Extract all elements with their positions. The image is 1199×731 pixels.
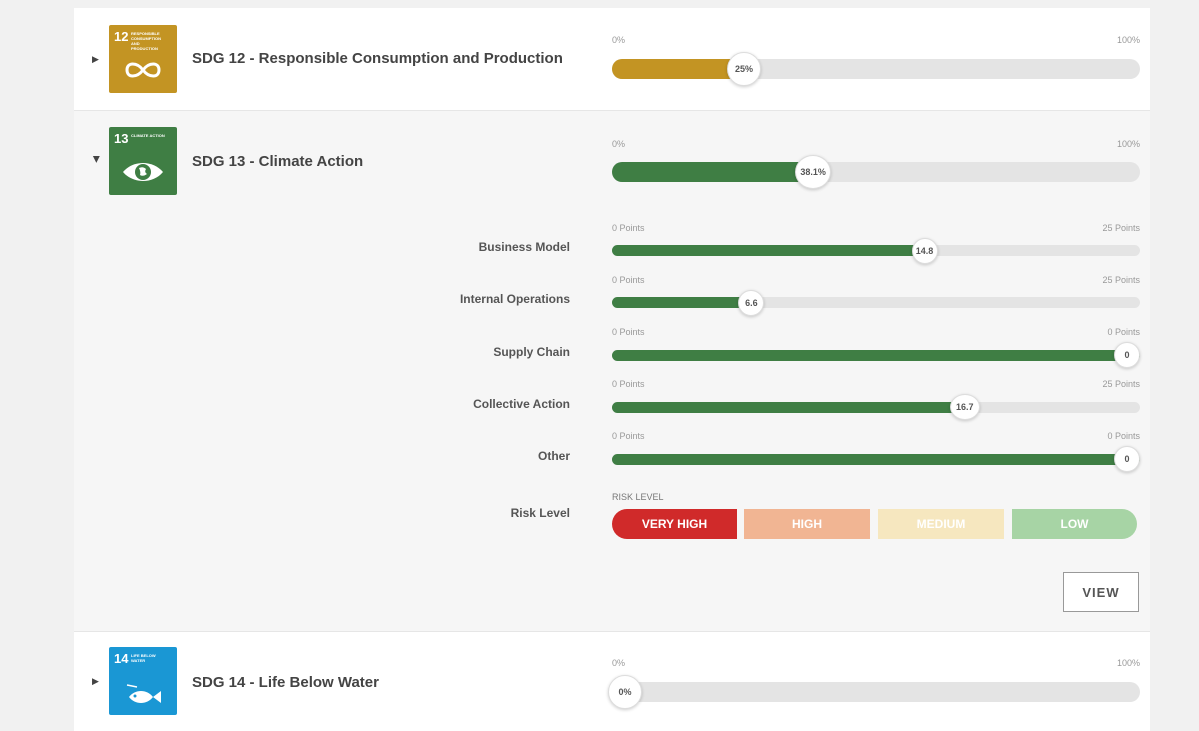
- detail-max-other: 0 Points: [1107, 431, 1140, 441]
- detail-max-collective-action: 25 Points: [1102, 379, 1140, 389]
- detail-bar-internal-operations: [612, 297, 1140, 308]
- expand-caret-icon[interactable]: ▶: [92, 676, 99, 687]
- sdg-14-badge: 14 Life below water: [109, 647, 177, 715]
- infinity-icon: [109, 51, 177, 89]
- detail-max-internal-operations: 25 Points: [1102, 275, 1140, 285]
- sdg-12-progress-fill: [612, 59, 744, 79]
- detail-label-supply-chain: Supply Chain: [493, 345, 570, 359]
- sdg-12-badge: 12 Responsible consumption and productio…: [109, 25, 177, 93]
- fish-icon: [109, 673, 177, 711]
- sdg-13-title: SDG 13 - Climate Action: [192, 153, 364, 170]
- sdg-14-badge-text: Life below water: [131, 653, 156, 663]
- detail-max-supply-chain: 0 Points: [1107, 327, 1140, 337]
- sdg-14-min-label: 0%: [612, 658, 626, 668]
- detail-label-collective-action: Collective Action: [473, 397, 570, 411]
- earth-eye-icon: [109, 153, 177, 191]
- sdg-13-max-label: 100%: [1116, 139, 1140, 149]
- sdg-row-13[interactable]: ▶ 13 Climate action SDG 13 - Climate Act…: [74, 111, 1150, 631]
- sdg-13-badge: 13 Climate action: [109, 127, 177, 195]
- detail-fill-internal-operations: [612, 297, 752, 308]
- detail-bar-other: [612, 454, 1140, 465]
- sdg-13-progress-fill: [612, 162, 814, 182]
- sdg-14-title: SDG 14 - Life Below Water: [192, 674, 379, 691]
- sdg-12-title: SDG 12 - Responsible Consumption and Pro…: [192, 50, 563, 67]
- risk-level-row-label: Risk Level: [510, 506, 570, 520]
- sdg-13-progress-bar: [612, 162, 1140, 182]
- sdg-13-badge-number: 13: [114, 131, 129, 146]
- detail-fill-collective-action: [612, 402, 965, 413]
- detail-fill-business-model: [612, 245, 925, 256]
- sdg-14-progress-bar: [612, 682, 1140, 702]
- detail-label-internal-operations: Internal Operations: [459, 292, 570, 306]
- detail-min-other: 0 Points: [612, 431, 645, 441]
- collapse-caret-icon[interactable]: ▶: [91, 156, 102, 165]
- detail-min-supply-chain: 0 Points: [612, 327, 645, 337]
- sdg-12-progress-knob: 25%: [727, 52, 761, 86]
- detail-knob-internal-operations: 6.6: [738, 290, 765, 316]
- risk-low-segment: LOW: [1012, 509, 1137, 539]
- risk-high-segment: HIGH: [744, 509, 870, 539]
- detail-knob-collective-action: 16.7: [949, 394, 980, 420]
- sdg-14-badge-number: 14: [114, 651, 129, 666]
- detail-fill-other: [612, 454, 1140, 465]
- sdg-14-progress-knob: 0%: [608, 675, 642, 709]
- detail-label-other: Other: [537, 449, 570, 463]
- detail-knob-other: 0: [1114, 446, 1140, 472]
- detail-bar-business-model: [612, 245, 1140, 256]
- detail-max-business-model: 25 Points: [1102, 223, 1140, 233]
- sdg-12-min-label: 0%: [612, 35, 626, 45]
- sdg-13-min-label: 0%: [612, 139, 626, 149]
- detail-min-business-model: 0 Points: [612, 223, 645, 233]
- sdg-row-14[interactable]: ▶ 14 Life below water SDG 14 - Life Belo…: [74, 631, 1150, 731]
- sdg-row-12[interactable]: ▶ 12 Responsible consumption and product…: [74, 8, 1150, 111]
- detail-fill-supply-chain: [612, 350, 1140, 361]
- detail-min-collective-action: 0 Points: [612, 379, 645, 389]
- detail-knob-business-model: 14.8: [911, 238, 938, 264]
- detail-bar-supply-chain: [612, 350, 1140, 361]
- risk-medium-segment: MEDIUM: [878, 509, 1004, 539]
- risk-very-high-segment: VERY HIGH: [612, 509, 737, 539]
- risk-level-caption: RISK LEVEL: [612, 492, 664, 502]
- sdg-14-max-label: 100%: [1116, 658, 1140, 668]
- detail-min-internal-operations: 0 Points: [612, 275, 645, 285]
- expand-caret-icon[interactable]: ▶: [92, 54, 99, 65]
- detail-knob-supply-chain: 0: [1114, 342, 1140, 368]
- sdg-13-progress-knob: 38.1%: [795, 155, 832, 189]
- sdg-12-badge-text: Responsible consumption and production: [131, 31, 161, 51]
- sdg-12-progress-bar: [612, 59, 1140, 79]
- sdg-12-max-label: 100%: [1116, 35, 1140, 45]
- sdg-12-badge-number: 12: [114, 29, 129, 44]
- detail-bar-collective-action: [612, 402, 1140, 413]
- view-button[interactable]: VIEW: [1063, 572, 1139, 612]
- sdg-13-badge-text: Climate action: [131, 133, 165, 138]
- detail-label-business-model: Business Model: [478, 240, 570, 254]
